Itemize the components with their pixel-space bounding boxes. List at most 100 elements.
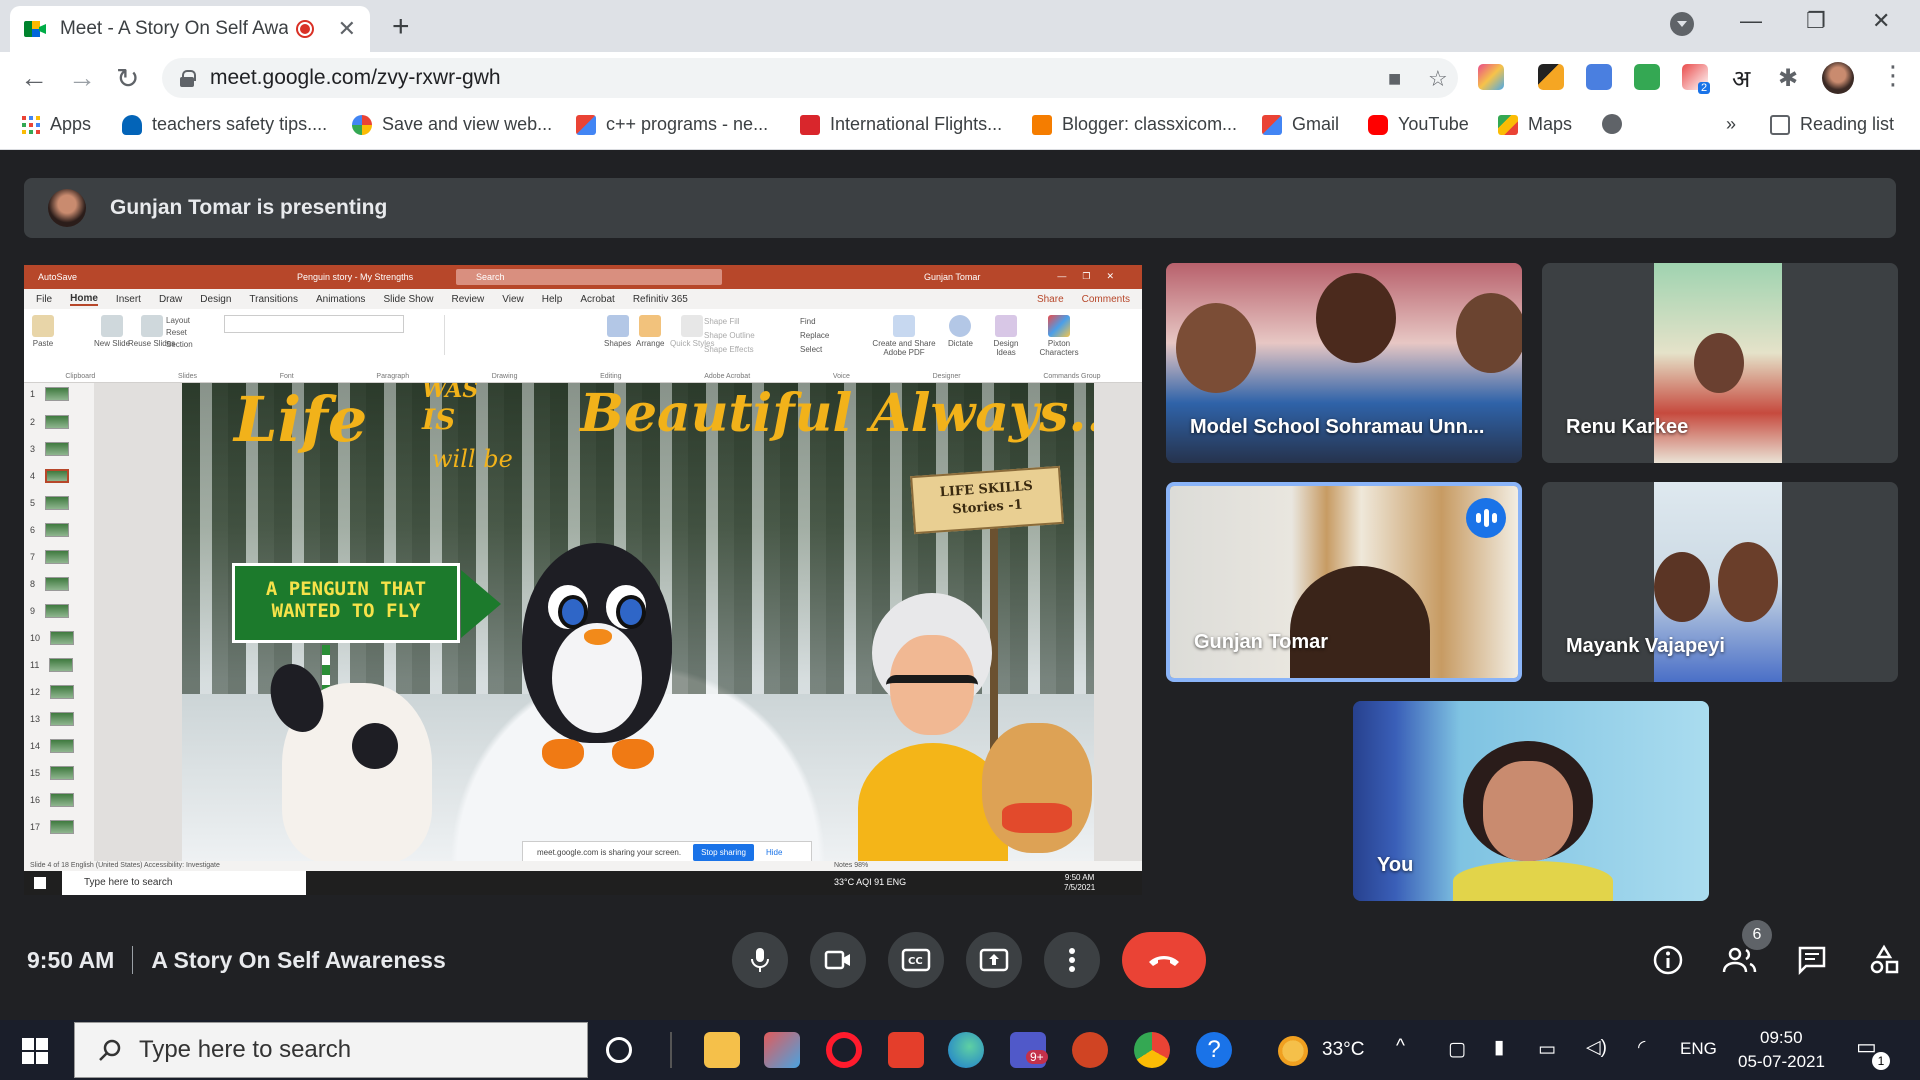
profile-avatar[interactable] bbox=[1822, 62, 1854, 94]
captions-button[interactable]: CC bbox=[888, 932, 944, 988]
participant-tile[interactable]: Mayank Vajapeyi bbox=[1542, 482, 1898, 682]
minimize-window-icon[interactable]: — bbox=[1740, 8, 1762, 34]
chat-button[interactable] bbox=[1792, 940, 1832, 980]
leave-call-button[interactable] bbox=[1122, 932, 1206, 988]
language-indicator[interactable]: ENG bbox=[1680, 1039, 1717, 1059]
taskbar-search-placeholder: Type here to search bbox=[139, 1036, 352, 1063]
bookmark-blogger[interactable]: Blogger: classxicom... bbox=[1032, 114, 1237, 135]
microphone-button[interactable] bbox=[732, 932, 788, 988]
restore-window-icon[interactable]: ❐ bbox=[1806, 8, 1826, 34]
chrome-menu-icon[interactable]: ⋮ bbox=[1880, 60, 1906, 91]
bookmark-apps[interactable]: Apps bbox=[22, 114, 91, 135]
extension-green-icon[interactable] bbox=[1634, 64, 1660, 90]
closed-captions-icon: CC bbox=[901, 948, 931, 972]
powerpoint-icon[interactable] bbox=[1072, 1032, 1108, 1068]
translate-extension-icon[interactable] bbox=[1586, 64, 1612, 90]
shape-format-group: Shape Fill Shape Outline Shape Effects bbox=[704, 317, 755, 354]
ppt-window-controls: —❐✕ bbox=[1057, 271, 1130, 281]
ribbon-arrange: Arrange bbox=[636, 315, 664, 348]
extension-a-icon[interactable] bbox=[1538, 64, 1564, 90]
bookmark-star-icon[interactable]: ☆ bbox=[1428, 66, 1448, 92]
slide-thumbnail: 7 bbox=[30, 550, 70, 564]
video-camera-icon bbox=[824, 950, 850, 970]
reading-list-icon bbox=[1770, 114, 1790, 135]
camera-button[interactable] bbox=[810, 932, 866, 988]
back-icon[interactable]: ← bbox=[20, 62, 48, 94]
slide-thumbnail: 9 bbox=[30, 604, 70, 618]
participant-tile[interactable]: Model School Sohramau Unn... bbox=[1166, 263, 1522, 463]
extension-colorful-icon[interactable] bbox=[1478, 64, 1504, 90]
bookmark-maps[interactable]: Maps bbox=[1498, 114, 1572, 135]
participant-name: Renu Karkee bbox=[1566, 416, 1689, 438]
taskbar-time[interactable]: 09:50 bbox=[1760, 1028, 1803, 1048]
meeting-details-button[interactable] bbox=[1648, 940, 1688, 980]
ppt-menu-item: Review bbox=[451, 293, 485, 305]
ribbon-pixton: Pixton Characters bbox=[1034, 315, 1084, 357]
volume-icon[interactable]: ◁) bbox=[1586, 1036, 1607, 1059]
reading-list-button[interactable]: Reading list bbox=[1770, 114, 1894, 135]
slide-thumbnail: 6 bbox=[30, 523, 70, 537]
participant-video-person bbox=[1654, 552, 1710, 622]
meet-now-icon[interactable]: ▢ bbox=[1448, 1038, 1466, 1061]
battery-icon[interactable]: ▭ bbox=[1538, 1038, 1556, 1061]
ribbon-layout-group: Layout Reset Section bbox=[166, 316, 193, 349]
camera-icon[interactable]: ■ bbox=[1388, 66, 1401, 92]
bookmark-teachers-safety[interactable]: teachers safety tips.... bbox=[122, 114, 327, 135]
bookmark-save-view-web[interactable]: Save and view web... bbox=[352, 114, 552, 135]
office-icon[interactable] bbox=[888, 1032, 924, 1068]
more-options-button[interactable] bbox=[1044, 932, 1100, 988]
dog-illustration bbox=[982, 723, 1092, 853]
shared-screen[interactable]: AutoSave Penguin story - My Strengths Se… bbox=[24, 265, 1142, 895]
youtube-icon bbox=[1368, 114, 1388, 135]
browser-tab-meet[interactable]: Meet - A Story On Self Awaren ✕ bbox=[10, 6, 370, 52]
powerpoint-ribbon: Paste New Slide Reuse Slides Layout Reset… bbox=[24, 309, 1142, 383]
current-slide: Life WAS IS will be Beautiful Always... … bbox=[182, 383, 1094, 861]
meeting-info: 9:50 AM A Story On Self Awareness bbox=[27, 946, 446, 974]
edge-icon[interactable] bbox=[948, 1032, 984, 1068]
ppt-menu-item: Insert bbox=[115, 293, 141, 305]
taskbar-search-box[interactable]: Type here to search bbox=[74, 1022, 588, 1078]
slide-thumbnail: 1 bbox=[30, 387, 70, 401]
participant-tile-active-speaker[interactable]: Gunjan Tomar bbox=[1166, 482, 1522, 682]
reload-icon[interactable]: ↻ bbox=[116, 62, 139, 95]
maps-icon bbox=[1498, 114, 1518, 135]
hindi-extension-icon[interactable]: अ bbox=[1732, 62, 1750, 95]
slide-thumbnail: 17 bbox=[30, 820, 75, 834]
file-explorer-icon[interactable] bbox=[704, 1032, 740, 1068]
wifi-icon[interactable]: ◜ bbox=[1638, 1036, 1645, 1059]
opera-icon[interactable] bbox=[826, 1032, 862, 1068]
taskbar-date[interactable]: 05-07-2021 bbox=[1738, 1052, 1825, 1072]
windows-start-icon[interactable] bbox=[22, 1038, 48, 1064]
help-icon[interactable]: ? bbox=[1196, 1032, 1232, 1068]
bookmark-gmail[interactable]: Gmail bbox=[1262, 114, 1339, 135]
bookmark-globe[interactable] bbox=[1602, 114, 1632, 134]
present-now-button[interactable] bbox=[966, 932, 1022, 988]
new-tab-button[interactable]: + bbox=[392, 10, 410, 44]
microphone-tray-icon[interactable]: ▮ bbox=[1494, 1036, 1504, 1059]
participant-tile-self[interactable]: You bbox=[1353, 701, 1709, 901]
forward-icon[interactable]: → bbox=[68, 62, 96, 94]
participant-tile[interactable]: Renu Karkee bbox=[1542, 263, 1898, 463]
bookmark-international-flights[interactable]: International Flights... bbox=[800, 114, 1002, 135]
divider bbox=[132, 946, 134, 974]
extensions-puzzle-icon[interactable]: ✱ bbox=[1778, 64, 1798, 93]
paint-app-icon[interactable] bbox=[764, 1032, 800, 1068]
address-bar[interactable]: meet.google.com/zvy-rxwr-gwh ■ ☆ bbox=[162, 58, 1458, 98]
close-tab-icon[interactable]: ✕ bbox=[338, 16, 356, 42]
slide-thumbnail: 5 bbox=[30, 496, 70, 510]
lock-icon bbox=[180, 70, 196, 87]
slide-thumbnail-selected: 4 bbox=[30, 469, 70, 483]
bookmark-youtube[interactable]: YouTube bbox=[1368, 114, 1469, 135]
bookmarks-overflow[interactable]: » bbox=[1726, 114, 1736, 135]
presenting-banner: Gunjan Tomar is presenting bbox=[24, 178, 1896, 238]
bookmark-label: Apps bbox=[50, 114, 92, 134]
participant-video-face bbox=[1483, 761, 1573, 861]
show-hidden-icons-icon[interactable]: ^ bbox=[1396, 1036, 1405, 1058]
tab-search-button[interactable] bbox=[1670, 12, 1694, 36]
cortana-icon[interactable] bbox=[606, 1037, 632, 1063]
close-window-icon[interactable]: ✕ bbox=[1872, 8, 1890, 34]
font-dropdown bbox=[224, 315, 404, 333]
bookmark-cpp-programs[interactable]: c++ programs - ne... bbox=[576, 114, 768, 135]
activities-button[interactable] bbox=[1864, 940, 1904, 980]
chrome-icon[interactable] bbox=[1134, 1032, 1170, 1068]
